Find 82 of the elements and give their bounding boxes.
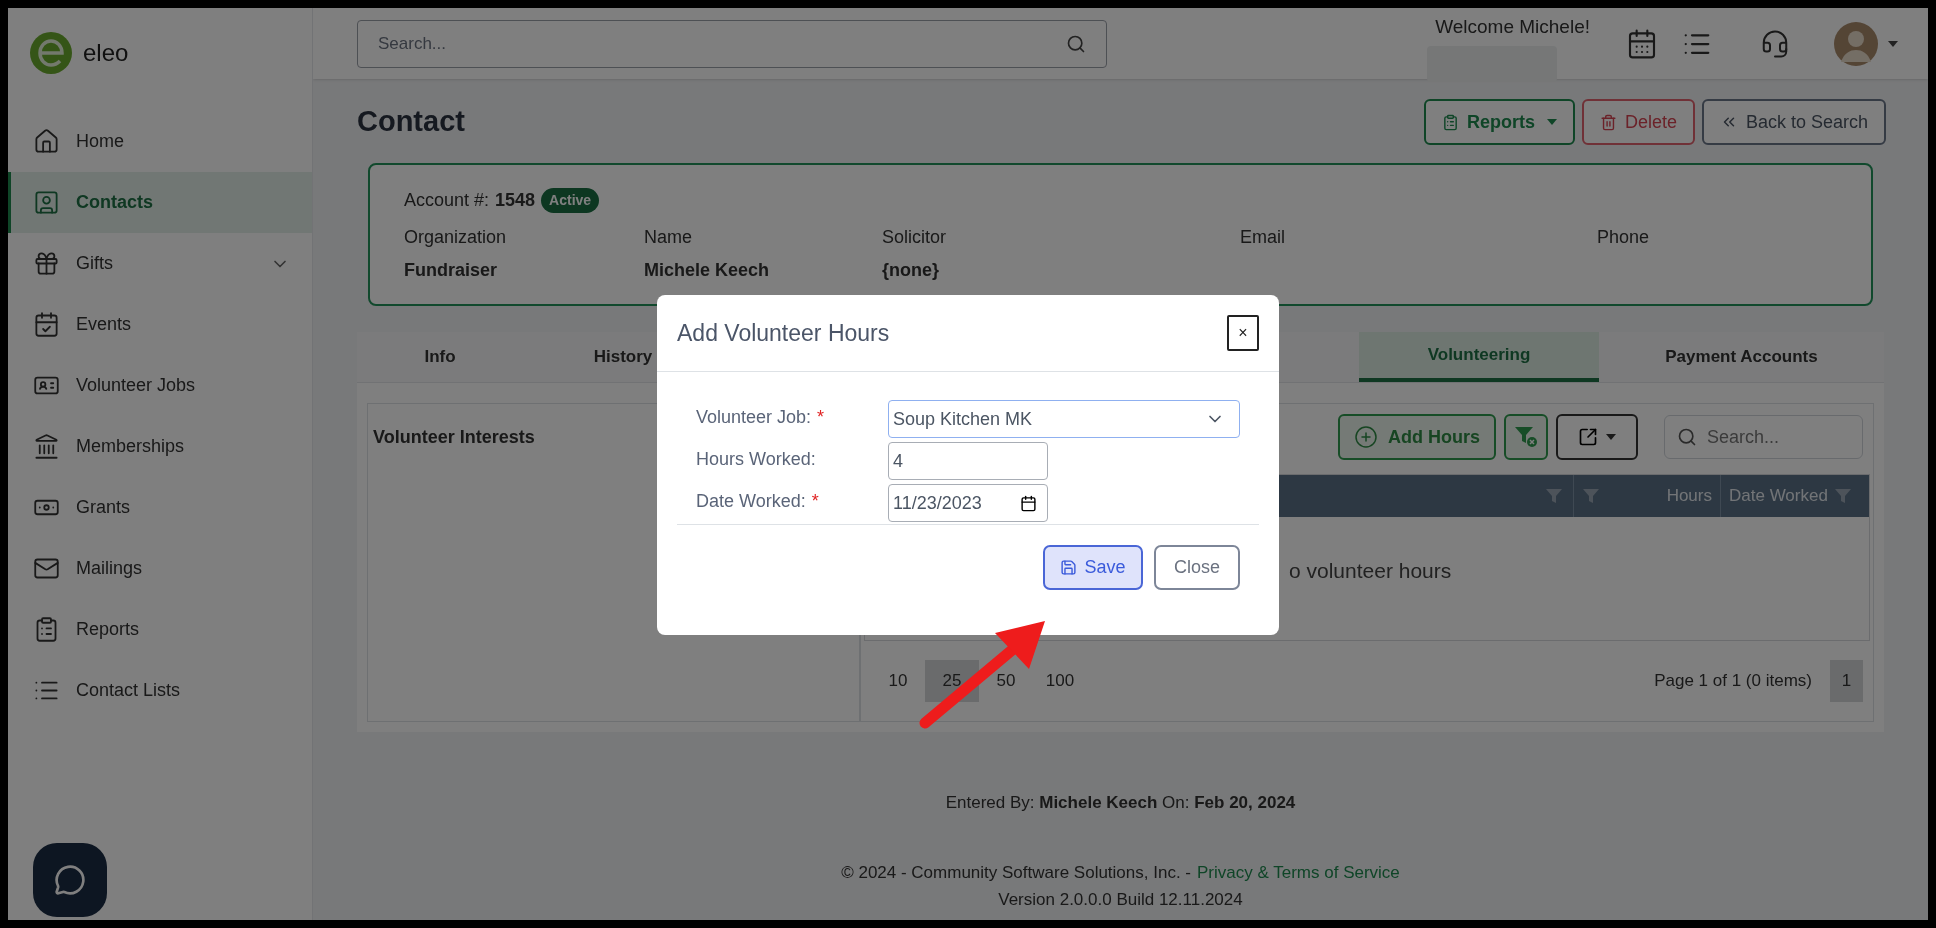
caret-icon [1606,434,1616,440]
search-icon [1066,33,1086,54]
privacy-terms-link[interactable]: Privacy & Terms of Service [1197,859,1400,885]
field-label: Volunteer Job: [696,406,812,429]
report-icon [1441,113,1459,131]
avatar [1834,21,1878,66]
welcome-text: Welcome Michele! [1435,15,1590,39]
export-button[interactable] [1556,414,1638,460]
entered-by-text: Entered By: Michele Keech On: Feb 20, 2024 [945,792,1296,814]
page-size-option[interactable]: 50 [979,660,1033,702]
chat-button[interactable] [33,843,107,917]
reports-button[interactable]: Reports [1423,99,1575,145]
sidebar-item[interactable]: Contact Lists [8,660,312,721]
empty-message: o volunteer hours [1289,557,1452,584]
column-header[interactable]: Date Worked [1729,483,1828,509]
export-icon [1578,427,1598,447]
gift-icon [33,250,60,277]
filter-clear-icon [1514,426,1538,448]
sidebar-item[interactable]: Home [8,111,312,172]
date-input[interactable]: 11/23/2023 [888,484,1048,522]
caret-icon [1888,40,1898,47]
sidebar-item[interactable]: Events [8,294,312,355]
account-number: 1548 [495,189,536,212]
field-label: Solicitor [882,226,948,249]
field-value: Michele Keech [644,259,771,282]
field-label: Email [1240,226,1286,249]
logo-text: eleo [83,38,129,68]
user-menu[interactable] [1834,21,1898,66]
close-dialog-button[interactable]: Close [1154,545,1240,590]
calendar-icon [1020,494,1037,512]
sidebar-item[interactable]: Reports [8,599,312,660]
grid-search-field[interactable]: Search... [1664,415,1863,459]
field-label: Organization [404,226,508,249]
logo-icon [29,31,73,75]
field-value: Fundraiser [404,259,499,282]
field-label: Name [644,226,693,249]
delete-button[interactable]: Delete [1581,99,1695,145]
add-hours-button[interactable]: Add Hours [1338,414,1496,460]
hours-input[interactable]: 4 [888,442,1048,480]
bank-icon [33,433,60,460]
sidebar-item[interactable]: Mailings [8,538,312,599]
status-badge: Active [541,188,600,213]
home-icon [33,128,60,155]
calendar-icon[interactable] [1626,27,1658,60]
sidebar-item[interactable]: Gifts [8,233,312,294]
sidebar-item[interactable]: Grants [8,477,312,538]
sidebar-item[interactable]: Volunteer Jobs [8,355,312,416]
field-value: {none} [882,259,940,282]
plus-circle-icon [1354,425,1378,449]
field-label: Phone [1597,226,1651,249]
volunteer-job-select[interactable]: Soup Kitchen MK [888,400,1240,438]
close-button[interactable]: × [1227,315,1259,351]
back-to-search-button[interactable]: Back to Search [1701,99,1886,145]
page-size-option[interactable]: 100 [1033,660,1087,702]
sidebar-item[interactable]: Contacts [8,172,312,233]
panel-title: Volunteer Interests [373,427,535,447]
page-info: Page 1 of 1 (0 items) [1654,670,1812,693]
search-icon [1677,427,1697,447]
copyright-text: © 2024 - Community Software Solutions, Inc. - [841,861,1191,884]
headset-icon[interactable] [1760,28,1790,59]
caret-icon [1546,119,1557,125]
page-number[interactable]: 1 [1830,660,1863,702]
sidebar-item[interactable]: Memberships [8,416,312,477]
tab[interactable]: Volunteering [1359,332,1599,382]
search-field[interactable]: Search... [357,19,1107,68]
required-mark: * [811,490,819,513]
speech-bubble-icon [54,864,86,896]
account-label: Account #: [404,189,490,212]
page-title: Contact [357,104,465,140]
tab[interactable]: Info [357,332,523,382]
field-label: Hours Worked: [696,448,816,471]
column-header[interactable]: Hours [1666,483,1712,509]
trash-icon [1599,113,1617,131]
field-label: Date Worked: [696,490,806,513]
modal-title: Add Volunteer Hours [677,318,890,348]
calendar-check-icon [33,311,60,338]
contact-card-icon [33,189,60,216]
page-size-option[interactable]: 10 [871,660,925,702]
version-text: Version 2.0.0.0 Build 12.11.2024 [998,889,1243,911]
tab[interactable]: Payment Accounts [1599,332,1884,382]
required-mark: * [817,406,825,429]
save-button[interactable]: Save [1043,545,1143,590]
